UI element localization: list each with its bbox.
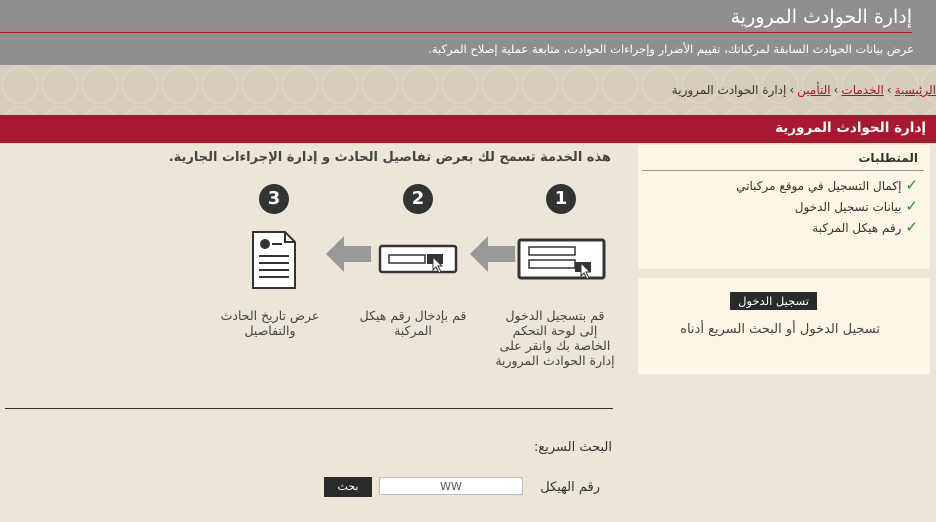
step-2-number: 2 xyxy=(403,184,433,214)
requirement-item-label: إكمال التسجيل في موقع مركباتي xyxy=(736,179,902,193)
step-arrow-icon xyxy=(470,236,515,272)
requirements-title: المتطلبات xyxy=(858,151,918,165)
requirement-item: ✓رقم هيكل المركبة xyxy=(812,218,918,236)
checkmark-icon: ✓ xyxy=(905,197,918,215)
breadcrumb-separator: › xyxy=(886,83,892,97)
breadcrumb-link-services[interactable]: الخدمات xyxy=(841,83,883,97)
accident-report-document-icon xyxy=(252,231,296,289)
login-card: تسجيل الدخول تسجيل الدخول أو البحث السري… xyxy=(638,278,930,374)
chassis-number-input[interactable] xyxy=(379,477,523,495)
requirements-divider xyxy=(642,170,924,171)
breadcrumb-separator: › xyxy=(833,83,839,97)
quick-search-label: البحث السريع: xyxy=(533,440,612,455)
step-3-text: عرض تاريخ الحادث والتفاصيل xyxy=(220,308,320,338)
requirement-item: ✓بيانات تسجيل الدخول xyxy=(795,197,918,215)
login-hint: تسجيل الدخول أو البحث السريع أدناه xyxy=(680,322,880,337)
search-button[interactable]: بحث xyxy=(324,477,372,497)
requirement-item-label: بيانات تسجيل الدخول xyxy=(794,200,902,214)
page-subtitle: عرض بيانات الحوادث السابقة لمركباتك، تقي… xyxy=(428,42,914,56)
breadcrumb-link-insurance[interactable]: التأمين xyxy=(797,83,830,97)
requirement-item: ✓إكمال التسجيل في موقع مركباتي xyxy=(736,176,918,194)
section-divider xyxy=(5,408,613,409)
breadcrumb-current: إدارة الحوادث المرورية xyxy=(671,83,787,97)
page-title: إدارة الحوادث المرورية xyxy=(730,6,912,28)
section-title: إدارة الحوادث المرورية xyxy=(775,120,926,136)
page-header: إدارة الحوادث المرورية عرض بيانات الحواد… xyxy=(0,0,936,65)
chassis-number-label: رقم الهيكل xyxy=(540,480,600,495)
checkmark-icon: ✓ xyxy=(905,218,918,236)
requirement-item-label: رقم هيكل المركبة xyxy=(812,221,902,235)
checkmark-icon: ✓ xyxy=(905,176,918,194)
step-1-text: قم بتسجيل الدخول إلى لوحة التحكم الخاصة … xyxy=(495,308,615,368)
title-underline xyxy=(0,32,912,33)
dashboard-click-icon xyxy=(517,238,606,280)
service-intro: هذه الخدمة تسمح لك بعرض تفاصيل الحادث و … xyxy=(168,150,611,165)
step-arrow-icon xyxy=(326,236,371,272)
step-3-number: 3 xyxy=(259,184,289,214)
breadcrumb: الرئيسية›الخدمات›التأمين›إدارة الحوادث ا… xyxy=(672,83,936,97)
breadcrumb-link-home[interactable]: الرئيسية xyxy=(895,83,936,97)
step-2-text: قم بإدخال رقم هيكل المركبة xyxy=(359,308,467,338)
login-button[interactable]: تسجيل الدخول xyxy=(730,292,817,310)
chassis-entry-icon xyxy=(378,244,458,274)
requirements-card: المتطلبات ✓إكمال التسجيل في موقع مركباتي… xyxy=(638,145,930,269)
breadcrumb-separator: › xyxy=(789,83,795,97)
section-title-bar: إدارة الحوادث المرورية xyxy=(0,115,936,143)
step-1-number: 1 xyxy=(546,184,576,214)
